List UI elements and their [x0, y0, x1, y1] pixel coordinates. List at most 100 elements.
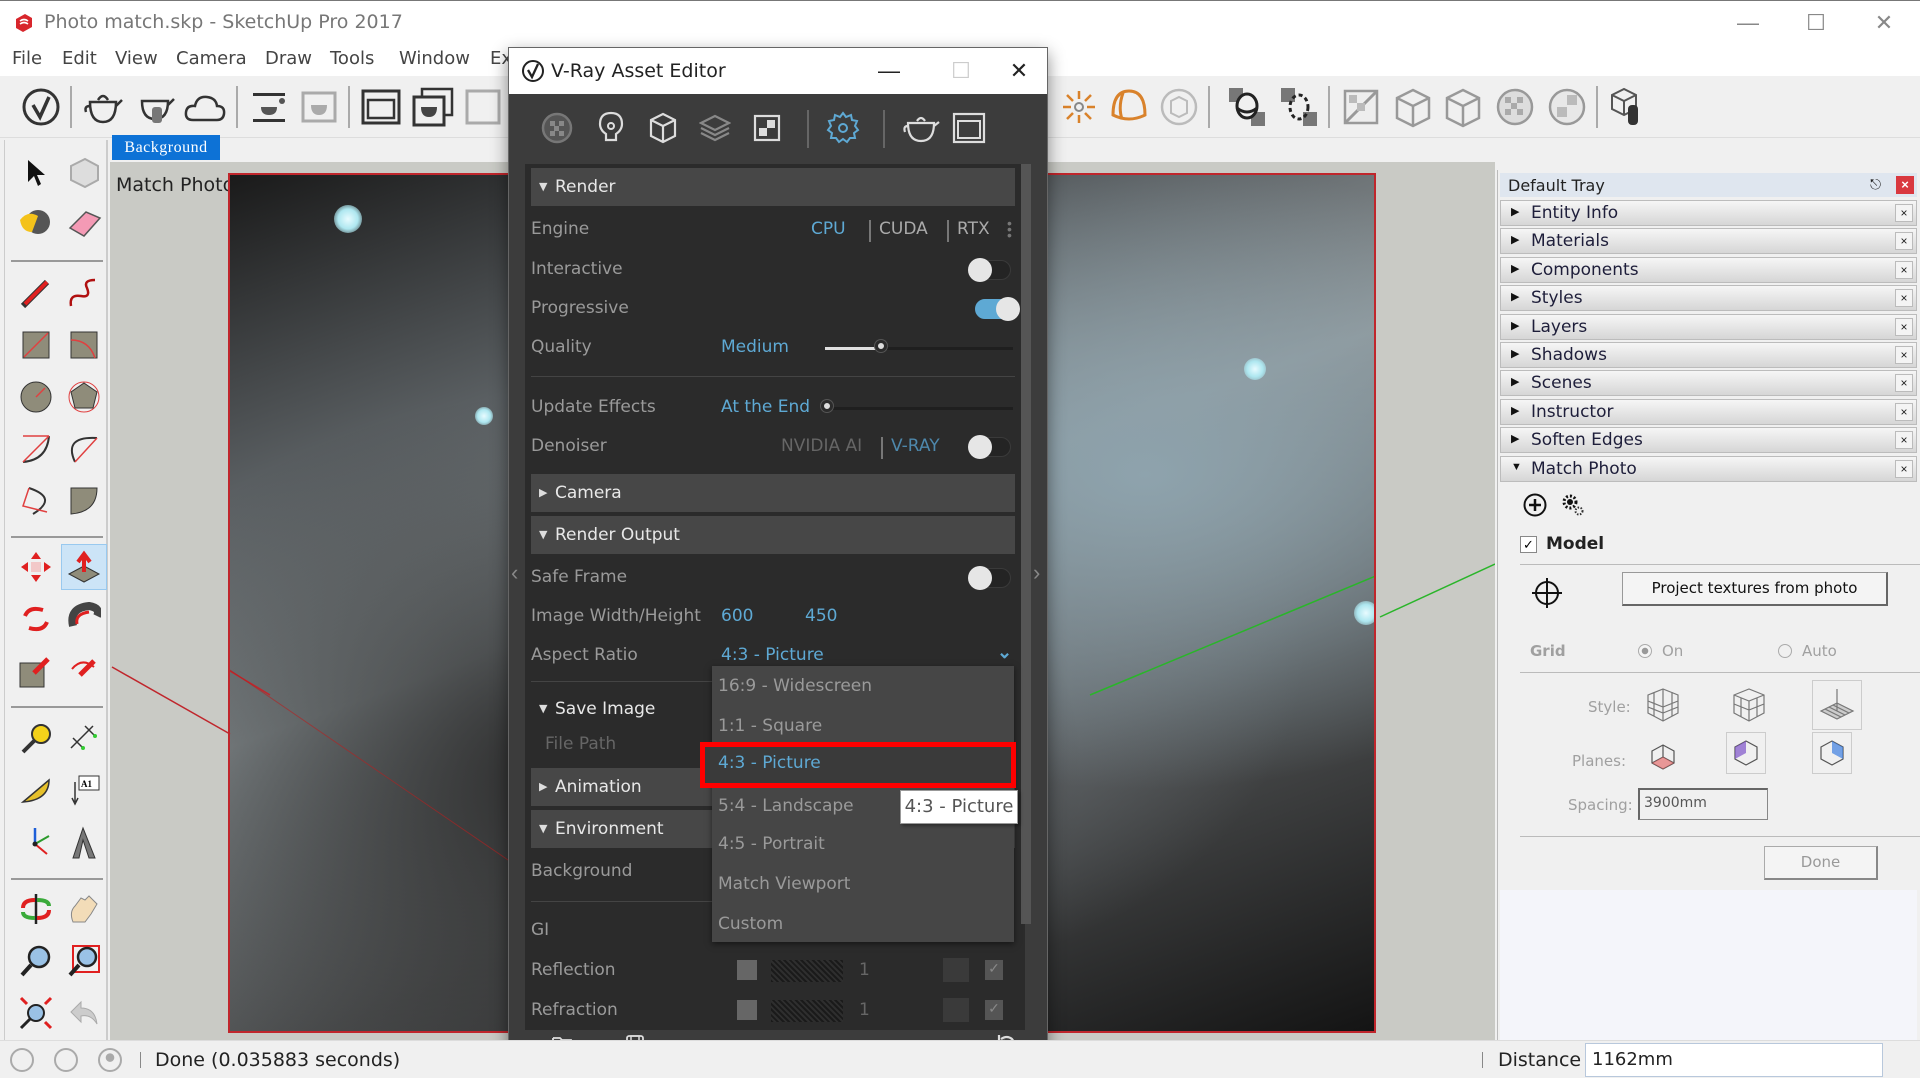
sphere-grid-icon[interactable]: [1544, 84, 1590, 130]
frame-buffer-icon[interactable]: [358, 84, 404, 130]
menu-window[interactable]: Window: [399, 48, 470, 69]
follow-me-icon[interactable]: [61, 596, 107, 642]
settings-gears-icon[interactable]: [1560, 492, 1586, 523]
light-icon[interactable]: [1056, 84, 1102, 130]
denoiser-vray-option[interactable]: V-RAY: [891, 436, 940, 456]
plane-ground-icon[interactable]: [1640, 734, 1686, 780]
refraction-enabled-checkbox[interactable]: ✓: [985, 1000, 1003, 1020]
zoom-extents-icon[interactable]: [13, 990, 59, 1036]
reflection-multiplier[interactable]: 1: [859, 960, 870, 980]
render-region-icon[interactable]: [296, 84, 342, 130]
aspect-option[interactable]: Match Viewport: [718, 874, 850, 894]
grid-style-3plane-icon[interactable]: [1812, 680, 1862, 730]
dimension-tool-icon[interactable]: [61, 716, 107, 762]
minimize-button[interactable]: —: [1728, 9, 1768, 37]
uvw-icon[interactable]: [1338, 84, 1384, 130]
select-tool-icon[interactable]: [13, 150, 59, 196]
image-height-input[interactable]: 450: [805, 606, 837, 626]
panel-close-icon[interactable]: ×: [1895, 317, 1913, 336]
circle-tool-icon[interactable]: [13, 374, 59, 420]
tray-close-button[interactable]: ×: [1896, 176, 1914, 194]
image-width-input[interactable]: 600: [721, 606, 753, 626]
panel-close-icon[interactable]: ×: [1895, 402, 1913, 421]
panel-close-icon[interactable]: ×: [1895, 374, 1913, 393]
move-tool-icon[interactable]: [13, 544, 59, 590]
menu-tools[interactable]: Tools: [330, 48, 374, 69]
tray-panel-shadows[interactable]: ▶ Shadows ×: [1500, 342, 1917, 368]
engine-cuda-option[interactable]: CUDA: [879, 219, 928, 239]
tray-panel-components[interactable]: ▶ Components ×: [1500, 256, 1917, 283]
progressive-toggle[interactable]: [975, 297, 1020, 321]
textures-tab-icon[interactable]: [695, 108, 735, 148]
aspect-option[interactable]: 4:5 - Portrait: [718, 834, 825, 854]
eraser-icon[interactable]: [61, 200, 107, 246]
menu-draw[interactable]: Draw: [265, 48, 312, 69]
mesh-light-icon[interactable]: [1276, 84, 1322, 130]
settings-tab-icon[interactable]: [823, 108, 863, 148]
export-proxy-icon[interactable]: [1224, 84, 1270, 130]
add-photo-icon[interactable]: [1522, 492, 1548, 523]
panel-close-icon[interactable]: ×: [1895, 459, 1913, 478]
section-render-header[interactable]: ▼ Render: [531, 168, 1015, 206]
vray-maximize-button[interactable]: ☐: [941, 56, 981, 86]
geometry-tab-icon[interactable]: [643, 108, 683, 148]
refraction-texture-icon[interactable]: [943, 998, 969, 1022]
done-button[interactable]: Done: [1764, 846, 1878, 880]
line-tool-icon[interactable]: [13, 270, 59, 316]
push-pull-tool-icon[interactable]: [61, 544, 107, 590]
panel-close-icon[interactable]: ×: [1895, 204, 1913, 222]
plane-left-icon[interactable]: [1726, 732, 1766, 774]
section-camera-header[interactable]: ▶ Camera: [531, 474, 1015, 512]
tray-panel-layers[interactable]: ▶ Layers ×: [1500, 313, 1917, 340]
menu-edit[interactable]: Edit: [62, 48, 97, 69]
reflection-enabled-checkbox[interactable]: ✓: [985, 960, 1003, 980]
scene-tab-background[interactable]: Background: [112, 135, 220, 160]
render-elements-tab-icon[interactable]: [747, 108, 787, 148]
panel-close-icon[interactable]: ×: [1895, 431, 1913, 450]
previous-view-icon[interactable]: [61, 990, 107, 1036]
tray-panel-styles[interactable]: ▶ Styles ×: [1500, 285, 1917, 312]
spacing-input[interactable]: 3900mm: [1638, 788, 1768, 820]
box-map-icon[interactable]: [1440, 84, 1486, 130]
update-effects-slider[interactable]: [827, 407, 1013, 410]
aspect-option[interactable]: 16:9 - Widescreen: [718, 676, 872, 696]
user-account-icon[interactable]: [98, 1048, 122, 1072]
aspect-option-selected[interactable]: 4:3 - Picture: [718, 753, 821, 773]
2point-arc-icon[interactable]: [61, 426, 107, 472]
materials-tab-icon[interactable]: [537, 108, 577, 148]
paint-bucket-icon[interactable]: [13, 200, 59, 246]
grid-style-outside-icon[interactable]: [1726, 682, 1772, 728]
engine-more-icon[interactable]: • • •: [1007, 216, 1012, 242]
pan-tool-icon[interactable]: [61, 886, 107, 932]
expand-right-arrow-icon[interactable]: ›: [1033, 560, 1040, 586]
aspect-ratio-select[interactable]: 4:3 - Picture: [721, 645, 824, 665]
interactive-render-icon[interactable]: [132, 84, 178, 130]
cloud-frame-icon[interactable]: [460, 84, 506, 130]
freehand-tool-icon[interactable]: [61, 270, 107, 316]
offset-tool-icon[interactable]: [61, 648, 107, 694]
section-save-image-header[interactable]: ▼ Save Image: [531, 690, 711, 728]
crosshair-icon[interactable]: [1530, 576, 1564, 615]
scene-interact-icon[interactable]: [1606, 84, 1652, 130]
rotate-tool-icon[interactable]: [13, 596, 59, 642]
aspect-option[interactable]: Custom: [718, 914, 783, 934]
batch-render-icon[interactable]: [246, 84, 292, 130]
proxy-icon[interactable]: [1156, 84, 1202, 130]
aspect-option-selected-highlight[interactable]: 4:3 - Picture: [700, 742, 1016, 788]
refraction-color-swatch[interactable]: [737, 1000, 757, 1020]
plane-right-icon[interactable]: [1812, 732, 1852, 774]
protractor-icon[interactable]: [13, 768, 59, 814]
geo-location-icon[interactable]: [10, 1048, 34, 1072]
tape-measure-icon[interactable]: [13, 716, 59, 762]
denoiser-toggle[interactable]: [968, 435, 1011, 459]
tray-panel-match-photo[interactable]: ▼ Match Photo ×: [1500, 455, 1917, 482]
polygon-tool-icon[interactable]: [61, 374, 107, 420]
orbit-tool-icon[interactable]: [13, 886, 59, 932]
engine-rtx-option[interactable]: RTX: [957, 219, 990, 239]
safe-frame-toggle[interactable]: [968, 566, 1011, 590]
tray-panel-scenes[interactable]: ▶ Scenes ×: [1500, 370, 1917, 397]
section-render-output-header[interactable]: ▼ Render Output: [531, 516, 1015, 554]
aspect-chevron-down-icon[interactable]: ⌄: [997, 642, 1012, 663]
3d-text-icon[interactable]: [61, 820, 107, 866]
aspect-option[interactable]: 5:4 - Landscape: [718, 796, 854, 816]
